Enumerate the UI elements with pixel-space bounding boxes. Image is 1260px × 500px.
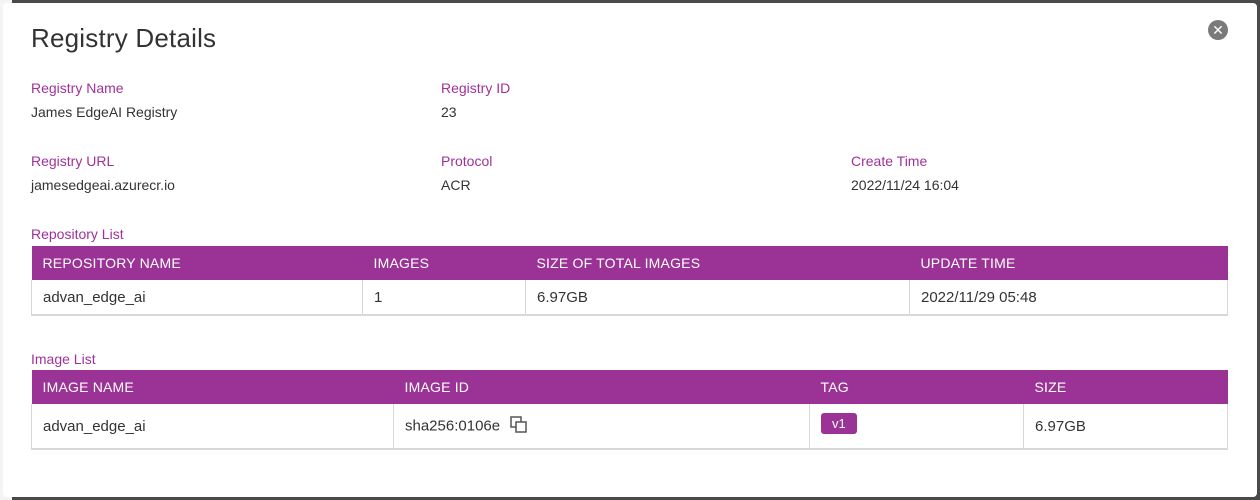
registry-url-field: Registry URL jamesedgeai.azurecr.io [31,152,175,194]
image-table: IMAGE NAME IMAGE ID TAG SIZE advan_edge_… [31,370,1228,450]
update-time-cell: 2022/11/29 05:48 [909,280,1228,316]
registry-url-value: jamesedgeai.azurecr.io [31,177,175,193]
repository-name-cell: advan_edge_ai [31,280,363,316]
image-id-cell: sha256:0106e [393,404,810,450]
registry-id-field: Registry ID 23 [441,79,510,121]
column-header-update-time[interactable]: UPDATE TIME [909,246,1228,280]
create-time-label: Create Time [851,153,928,169]
close-icon: ✕ [1212,22,1224,38]
registry-details-modal: Registry Details ✕ Registry Name James E… [3,3,1257,497]
repository-list-label: Repository List [31,226,124,242]
create-time-value: 2022/11/24 16:04 [851,177,959,193]
registry-name-field: Registry Name James EdgeAI Registry [31,79,177,121]
image-size-cell: 6.97GB [1023,404,1228,450]
column-header-repository-name[interactable]: REPOSITORY NAME [31,246,363,280]
registry-name-label: Registry Name [31,80,124,96]
repository-table: REPOSITORY NAME IMAGES SIZE OF TOTAL IMA… [31,246,1228,316]
tag-badge[interactable]: v1 [821,412,857,434]
column-header-size[interactable]: SIZE [1023,370,1228,404]
table-row[interactable]: advan_edge_ai 1 6.97GB 2022/11/29 05:48 [31,280,1228,316]
image-table-header: IMAGE NAME IMAGE ID TAG SIZE [31,370,1228,404]
image-name-cell: advan_edge_ai [31,404,394,450]
tag-cell: v1 [809,404,1024,450]
protocol-field: Protocol ACR [441,152,492,194]
image-list-label: Image List [31,351,96,367]
column-header-image-name[interactable]: IMAGE NAME [31,370,394,404]
copy-icon[interactable] [510,415,528,437]
registry-url-label: Registry URL [31,153,115,169]
protocol-label: Protocol [441,153,493,169]
column-header-tag[interactable]: TAG [809,370,1024,404]
repository-table-header: REPOSITORY NAME IMAGES SIZE OF TOTAL IMA… [31,246,1228,280]
close-button[interactable]: ✕ [1208,20,1228,40]
image-id-text: sha256:0106e [405,416,501,434]
images-count-cell: 1 [362,280,526,316]
total-size-cell: 6.97GB [525,280,910,316]
create-time-field: Create Time 2022/11/24 16:04 [851,152,959,194]
registry-id-value: 23 [441,104,457,120]
modal-title: Registry Details [31,23,217,53]
column-header-images[interactable]: IMAGES [362,246,526,280]
registry-id-label: Registry ID [441,80,511,96]
column-header-size-of-total-images[interactable]: SIZE OF TOTAL IMAGES [525,246,910,280]
column-header-image-id[interactable]: IMAGE ID [393,370,810,404]
table-row[interactable]: advan_edge_ai sha256:0106e v1 6.97GB [31,404,1228,450]
registry-name-value: James EdgeAI Registry [31,104,178,120]
protocol-value: ACR [441,177,471,193]
